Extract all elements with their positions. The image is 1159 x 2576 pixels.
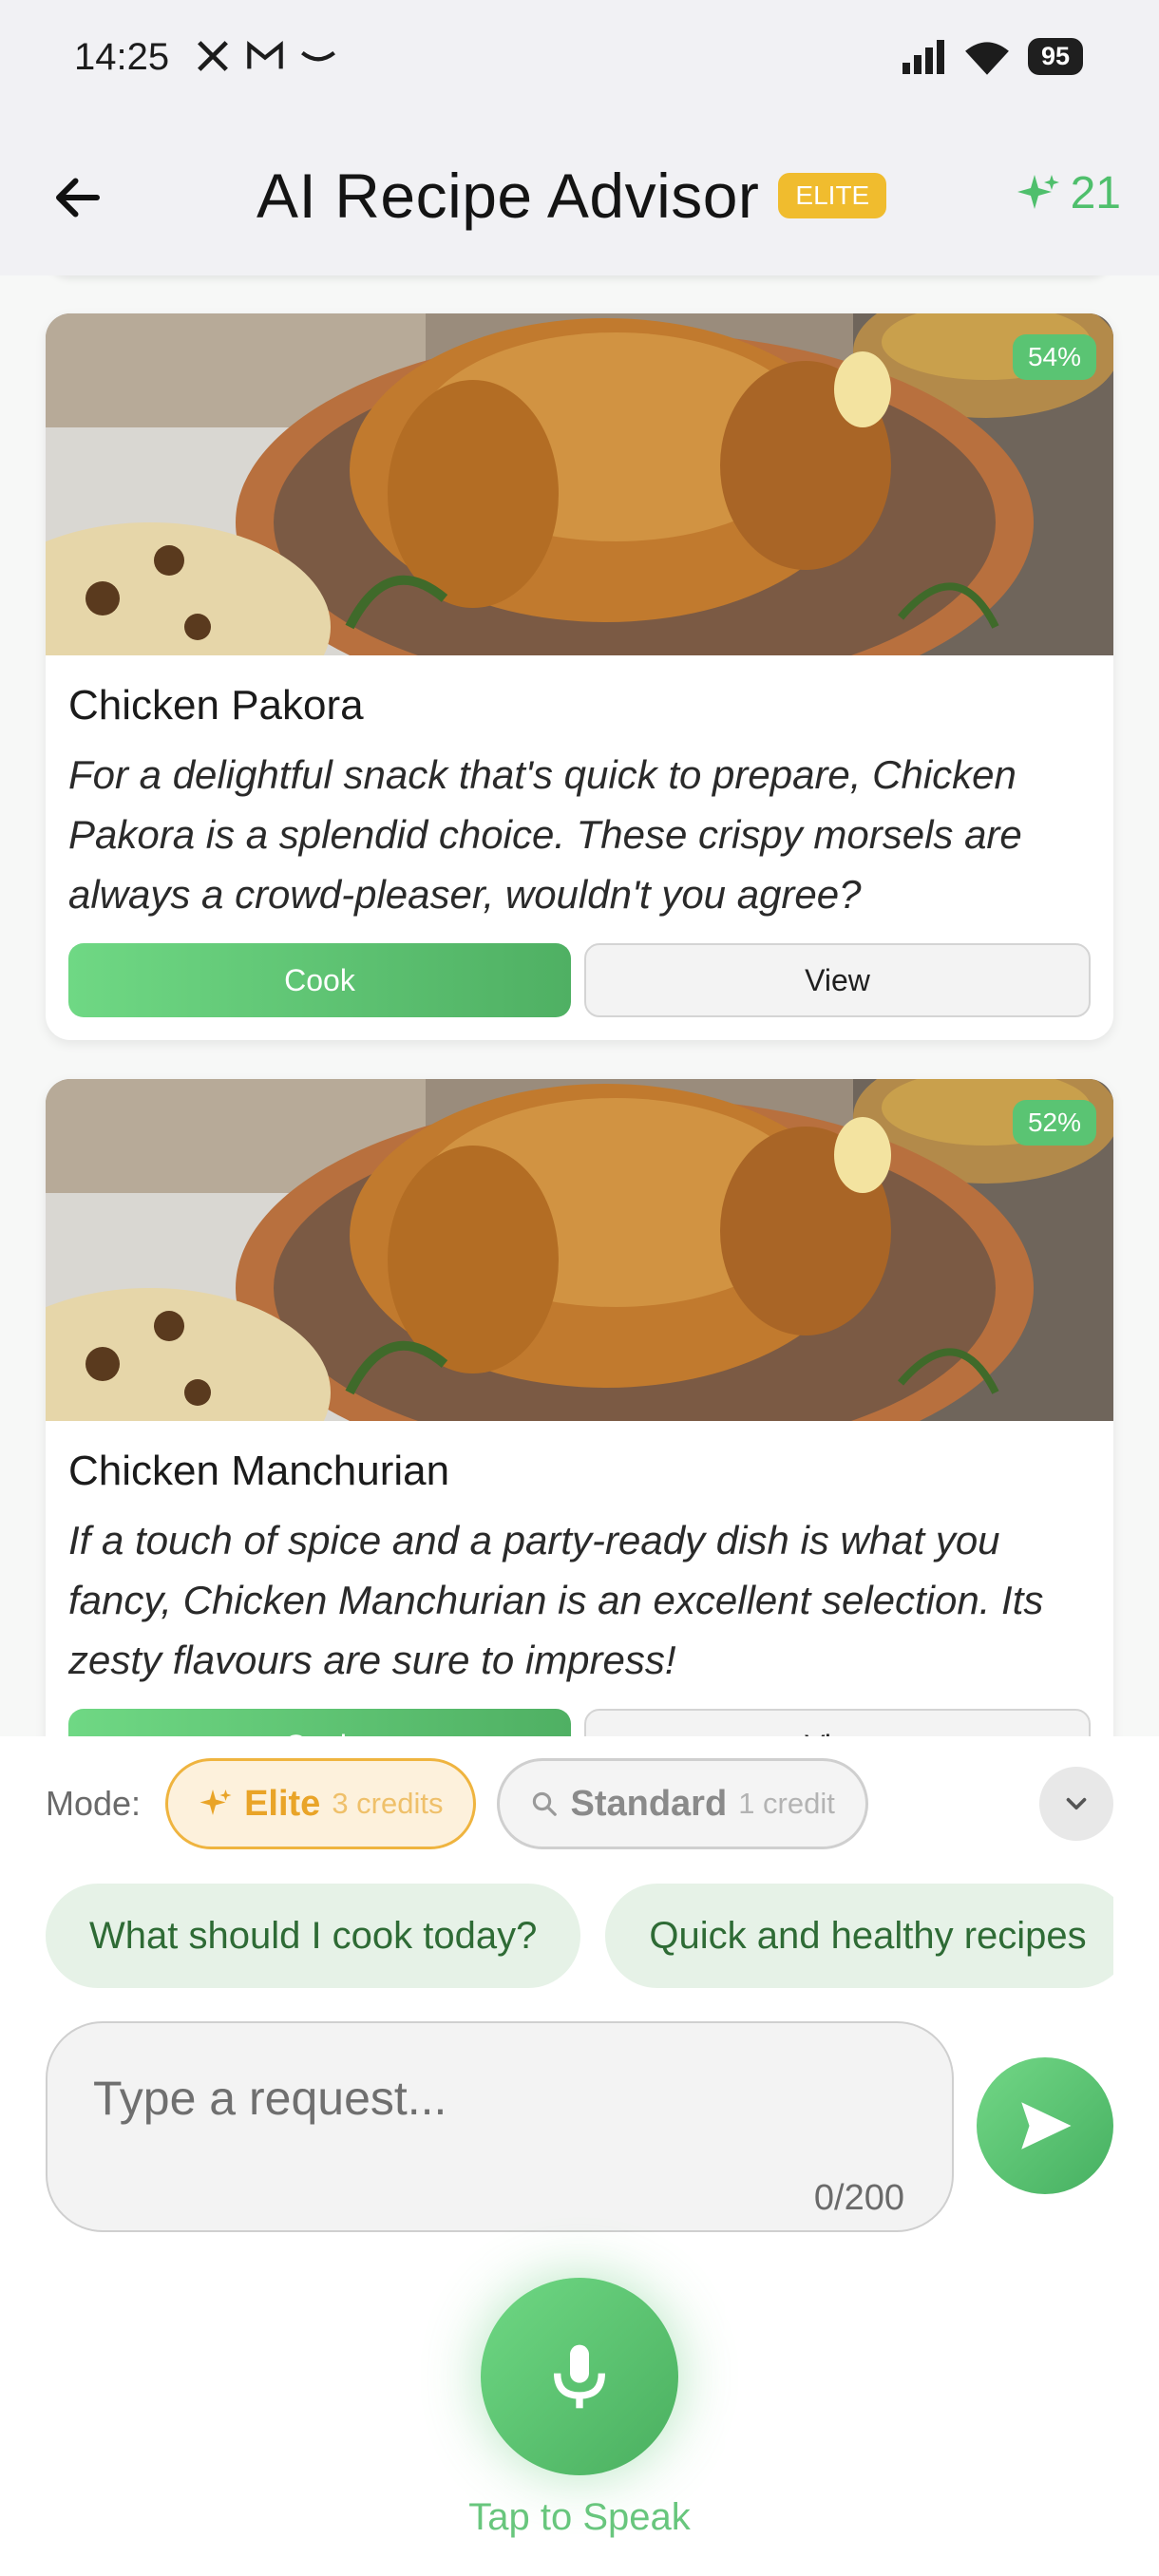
recipe-title: Chicken Pakora [68,682,364,729]
recipe-card: 52% Chicken Manchurian If a touch of spi… [46,1079,1113,1736]
chevron-down-icon [1066,1797,1087,1810]
search-icon [533,1791,558,1816]
voice-label: Tap to Speak [468,2496,691,2538]
suggestion-chip[interactable]: Quick and healthy recipes [605,1884,1113,1988]
mode-elite-name: Elite [244,1783,321,1824]
view-button[interactable]: View [584,1709,1091,1736]
mode-selector: Mode: Elite 3 credits Standard 1 credit [46,1757,1113,1850]
amazon-icon [301,50,335,62]
recipe-description: For a delightful snack that's quick to p… [68,752,1022,917]
status-time: 14:25 [74,36,170,78]
signal-icon [902,39,944,74]
x-app-icon [198,41,228,71]
battery-indicator: 95 [1027,38,1083,75]
credits-value: 21 [1070,168,1121,218]
cook-button[interactable]: Cook [68,1709,571,1736]
recipe-card: 54% Chicken Pakora For a delightful snac… [46,313,1113,1040]
app-header: AI Recipe Advisor ELITE 21 [0,142,1159,256]
recipe-description: If a touch of spice and a party-ready di… [68,1518,1044,1682]
mode-label: Mode: [46,1784,142,1823]
character-counter: 0/200 [813,2178,904,2218]
sparkle-icon [200,1790,232,1815]
suggestion-chips: What should I cook today? Quick and heal… [46,1884,1113,1988]
back-arrow-icon[interactable] [49,169,106,226]
microphone-icon [554,2344,605,2409]
wifi-icon [965,41,1009,75]
top-bar: 14:25 95 AI Recipe Advisor ELITE 21 [0,0,1159,275]
input-panel: Mode: Elite 3 credits Standard 1 credit … [0,1736,1159,2576]
expand-button[interactable] [1039,1767,1113,1841]
mode-standard-cost: 1 credit [738,1787,835,1820]
mode-elite-chip[interactable]: Elite 3 credits [165,1758,477,1849]
voice-button[interactable] [481,2278,678,2475]
mode-elite-cost: 3 credits [332,1787,444,1820]
view-button[interactable]: View [584,943,1091,1017]
credits-counter[interactable]: 21 [1016,167,1121,219]
match-badge: 52% [1012,1100,1096,1146]
send-icon [1021,2102,1072,2150]
recipe-actions: Cook View [68,1709,1091,1736]
system-icons: 95 [901,38,1083,75]
title-group: AI Recipe Advisor ELITE [256,160,887,232]
mode-standard-name: Standard [570,1783,728,1824]
status-bar: 14:25 95 [0,0,1159,123]
mode-standard-chip[interactable]: Standard 1 credit [497,1758,868,1849]
suggestion-chip[interactable]: What should I cook today? [46,1884,581,1988]
recipe-actions: Cook View [68,943,1091,1017]
match-badge: 54% [1012,334,1096,380]
mail-icon [247,40,283,69]
recipe-list[interactable]: 54% Chicken Pakora For a delightful snac… [0,275,1159,1736]
sparkle-icon [1016,174,1059,209]
request-input-box: 0/200 [46,2021,954,2232]
page-title: AI Recipe Advisor [256,161,760,231]
notification-icons [195,38,337,74]
recipe-image: 52% [46,1079,1113,1421]
request-input[interactable] [93,2065,910,2131]
send-button[interactable] [977,2057,1113,2194]
elite-badge: ELITE [778,173,887,218]
recipe-title: Chicken Manchurian [68,1448,450,1494]
recipe-image: 54% [46,313,1113,655]
cook-button[interactable]: Cook [68,943,571,1017]
